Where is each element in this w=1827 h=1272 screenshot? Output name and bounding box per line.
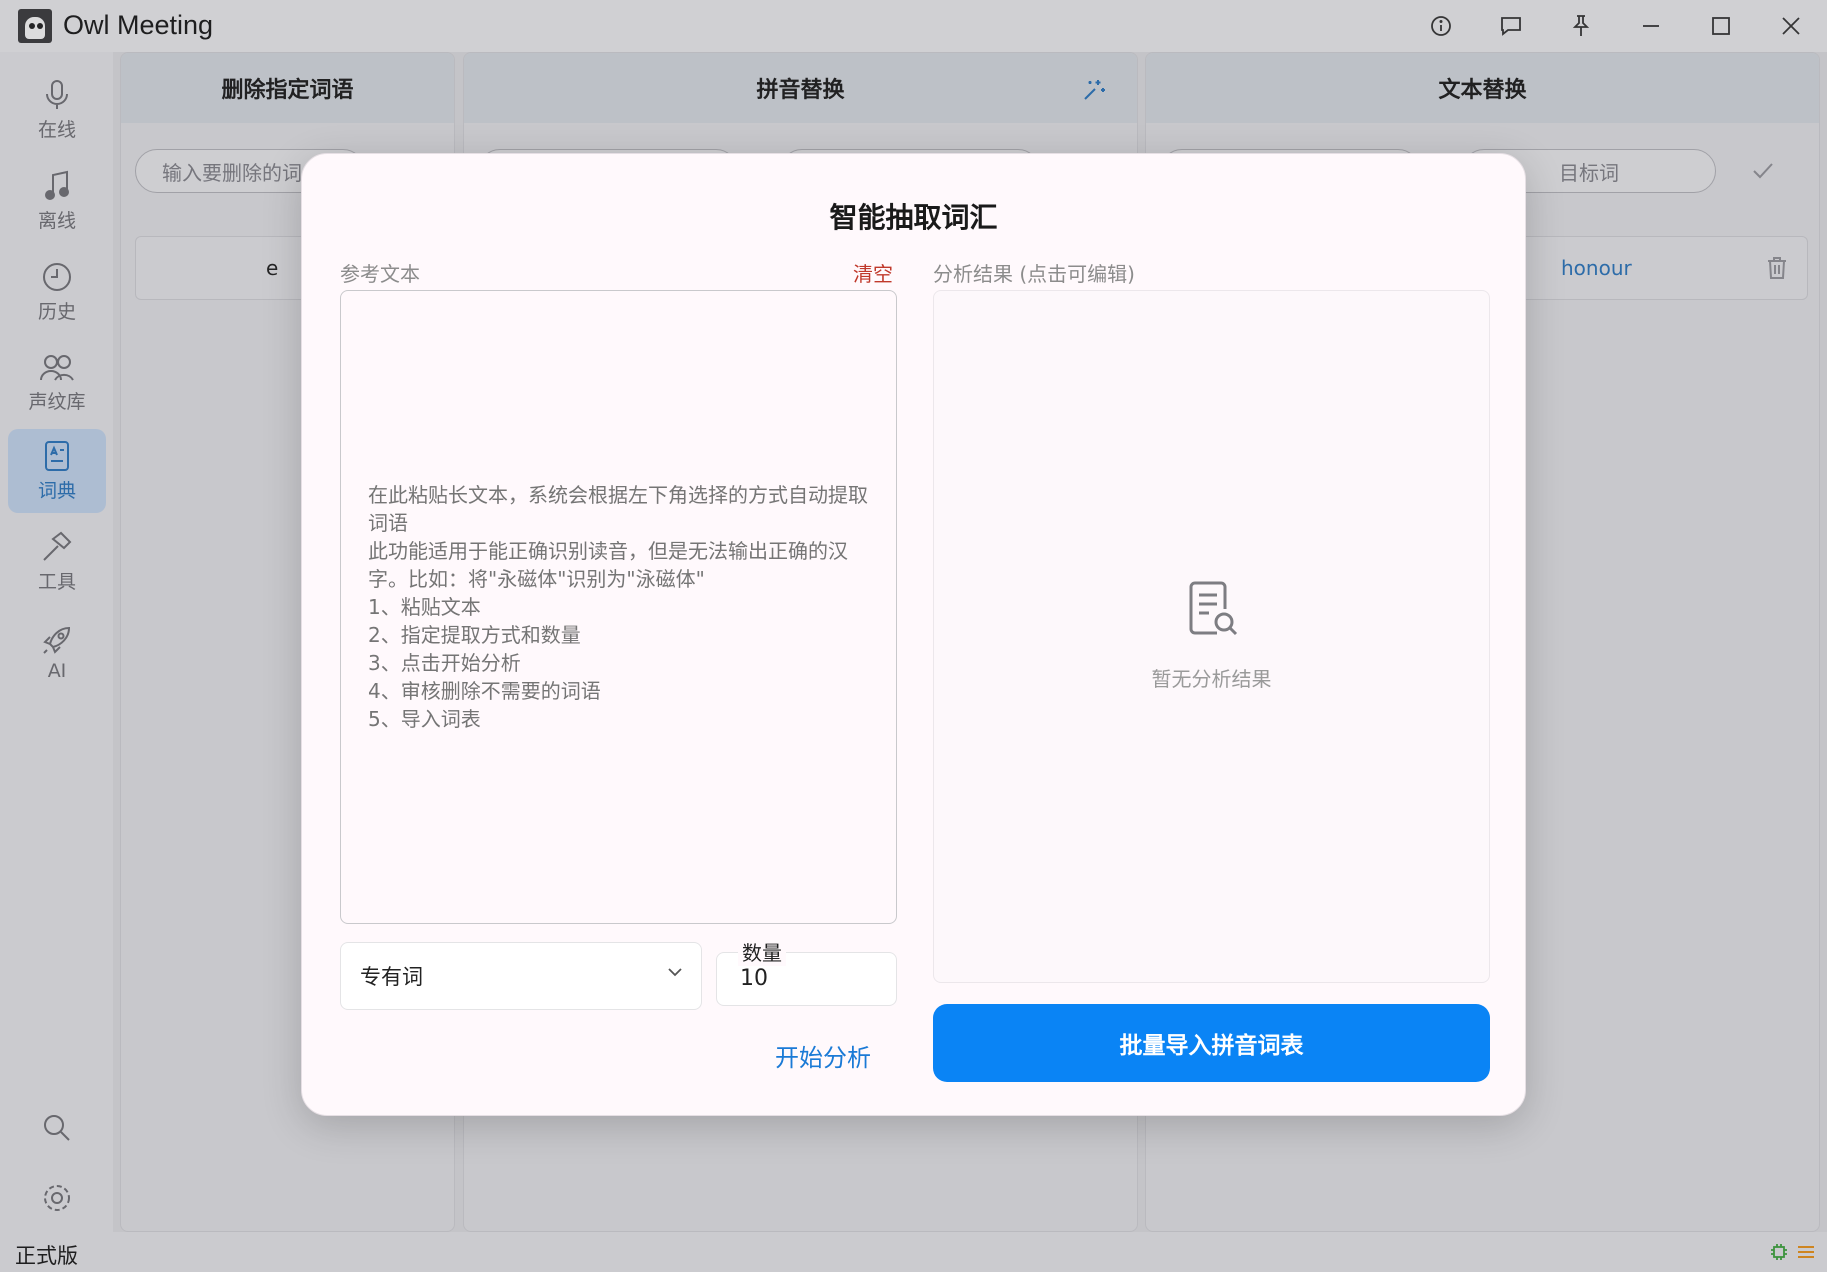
batch-import-button[interactable]: 批量导入拼音词表: [933, 1004, 1490, 1082]
document-search-icon: [1189, 581, 1238, 636]
result-label: 分析结果 (点击可编辑): [933, 262, 1135, 286]
smart-extract-dialog: 智能抽取词汇 参考文本 清空 分析结果 (点击可编辑) 暂无分析结果 专有词 数…: [301, 153, 1526, 1116]
extract-type-select[interactable]: 专有词: [340, 942, 702, 1010]
count-label: 数量: [738, 937, 786, 966]
dialog-title: 智能抽取词汇: [829, 201, 998, 234]
reference-text-label: 参考文本: [340, 262, 420, 286]
count-value[interactable]: 10: [740, 966, 768, 991]
start-analysis-button[interactable]: 开始分析: [775, 1038, 871, 1073]
empty-result-text: 暂无分析结果: [1151, 667, 1272, 691]
reference-text-input[interactable]: [340, 290, 897, 924]
analysis-result-area[interactable]: 暂无分析结果: [933, 290, 1490, 983]
clear-button[interactable]: 清空: [853, 258, 893, 287]
extract-type-value: 专有词: [360, 965, 423, 989]
chevron-down-icon: [668, 968, 682, 977]
